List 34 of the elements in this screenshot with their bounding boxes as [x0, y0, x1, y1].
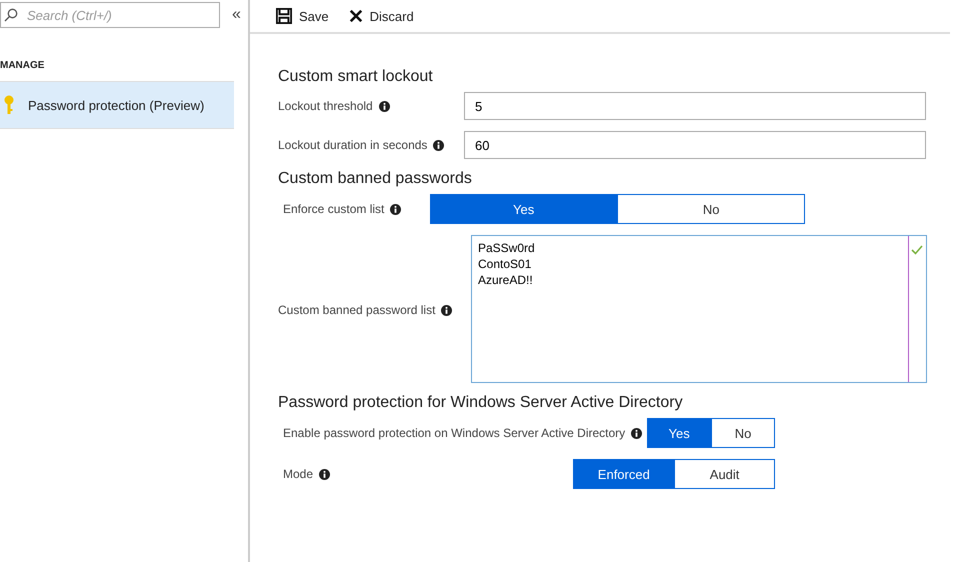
discard-button[interactable]: Discard — [348, 8, 414, 24]
info-icon — [319, 468, 330, 480]
toggle-option[interactable]: Yes — [430, 194, 618, 224]
info-icon — [433, 140, 444, 150]
save-icon — [276, 8, 292, 24]
save-button[interactable]: Save — [276, 8, 329, 24]
info-icon — [390, 204, 402, 214]
section-title: Custom banned passwords — [278, 170, 473, 188]
info-icon — [631, 428, 642, 438]
text-area[interactable]: PaSSw0rd ContoS01 AzureAD!! — [471, 235, 927, 383]
field-label: Lockout duration in seconds — [278, 138, 428, 152]
field-label: Enforce custom list — [283, 202, 384, 216]
toggle-option[interactable]: Audit — [674, 459, 775, 489]
section-heading: MANAGE — [0, 60, 46, 71]
input-field[interactable]: 5 — [464, 92, 926, 120]
check-icon — [911, 245, 923, 255]
search-field[interactable]: Search (Ctrl+/) — [0, 2, 220, 28]
info-icon — [441, 304, 452, 316]
collapse-button[interactable]: « — [228, 6, 245, 24]
field-label: Enable password protection on Windows Server Active Directory — [283, 426, 626, 440]
toggle-option[interactable]: Yes — [647, 418, 712, 448]
toggle-option[interactable]: No — [711, 418, 775, 448]
toggle-option[interactable]: No — [617, 194, 806, 224]
toggle-option[interactable]: Enforced — [573, 459, 674, 489]
close-icon — [348, 9, 363, 23]
field-label: Custom banned password list — [278, 303, 436, 317]
field-label: Lockout threshold — [278, 99, 373, 113]
field-label: Mode — [283, 467, 314, 481]
info-icon — [378, 100, 390, 112]
nav-item[interactable]: Password protection (Preview) — [0, 81, 234, 129]
section-title: Custom smart lockout — [278, 68, 434, 86]
key-icon — [4, 95, 14, 115]
section-title: Password protection for Windows Server Active Directory — [278, 394, 684, 412]
input-field[interactable]: 60 — [464, 131, 926, 159]
